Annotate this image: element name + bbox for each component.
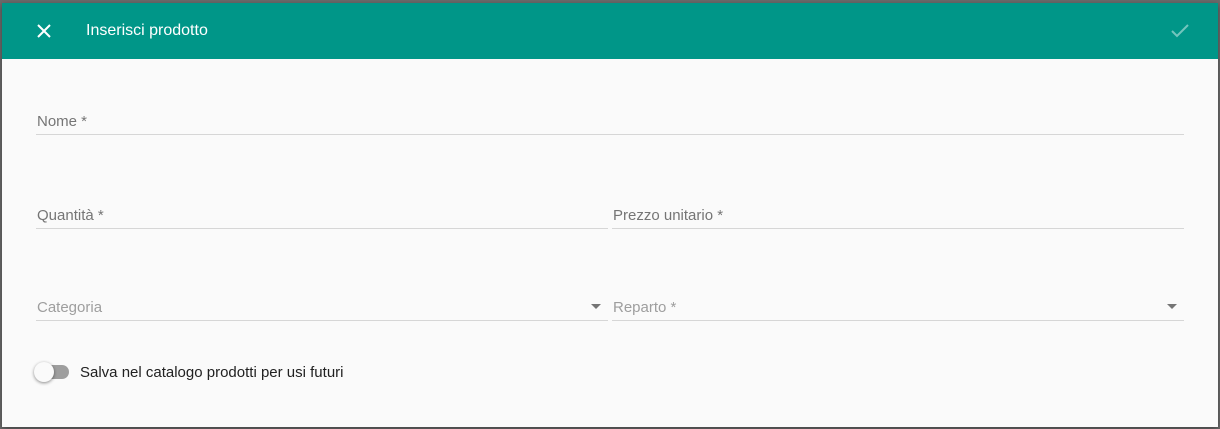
toggle-thumb <box>34 362 54 382</box>
category-select[interactable]: Categoria <box>36 290 608 321</box>
chevron-down-icon <box>1167 304 1177 309</box>
category-label: Categoria <box>37 299 103 316</box>
confirm-button[interactable] <box>1162 13 1198 49</box>
department-label: Reparto * <box>613 299 677 316</box>
dialog-toolbar: Inserisci prodotto <box>2 3 1218 59</box>
unit-price-input[interactable] <box>612 202 1188 228</box>
department-select[interactable]: Reparto * <box>612 290 1184 321</box>
close-button[interactable] <box>26 13 62 49</box>
dialog-title: Inserisci prodotto <box>86 22 208 39</box>
quantity-input[interactable] <box>36 202 612 228</box>
save-catalog-row: Salva nel catalogo prodotti per usi futu… <box>34 360 344 384</box>
chevron-down-icon <box>591 304 601 309</box>
name-field[interactable]: Nome * <box>36 104 1188 135</box>
name-input[interactable] <box>36 108 1188 134</box>
insert-product-dialog: Inserisci prodotto Nome * Quantità * Pre… <box>2 3 1218 427</box>
save-catalog-toggle[interactable] <box>34 362 70 382</box>
quantity-field[interactable]: Quantità * <box>36 198 612 229</box>
unit-price-field[interactable]: Prezzo unitario * <box>612 198 1188 229</box>
check-icon <box>1171 24 1189 38</box>
save-catalog-label: Salva nel catalogo prodotti per usi futu… <box>80 363 344 381</box>
close-icon <box>37 24 51 38</box>
